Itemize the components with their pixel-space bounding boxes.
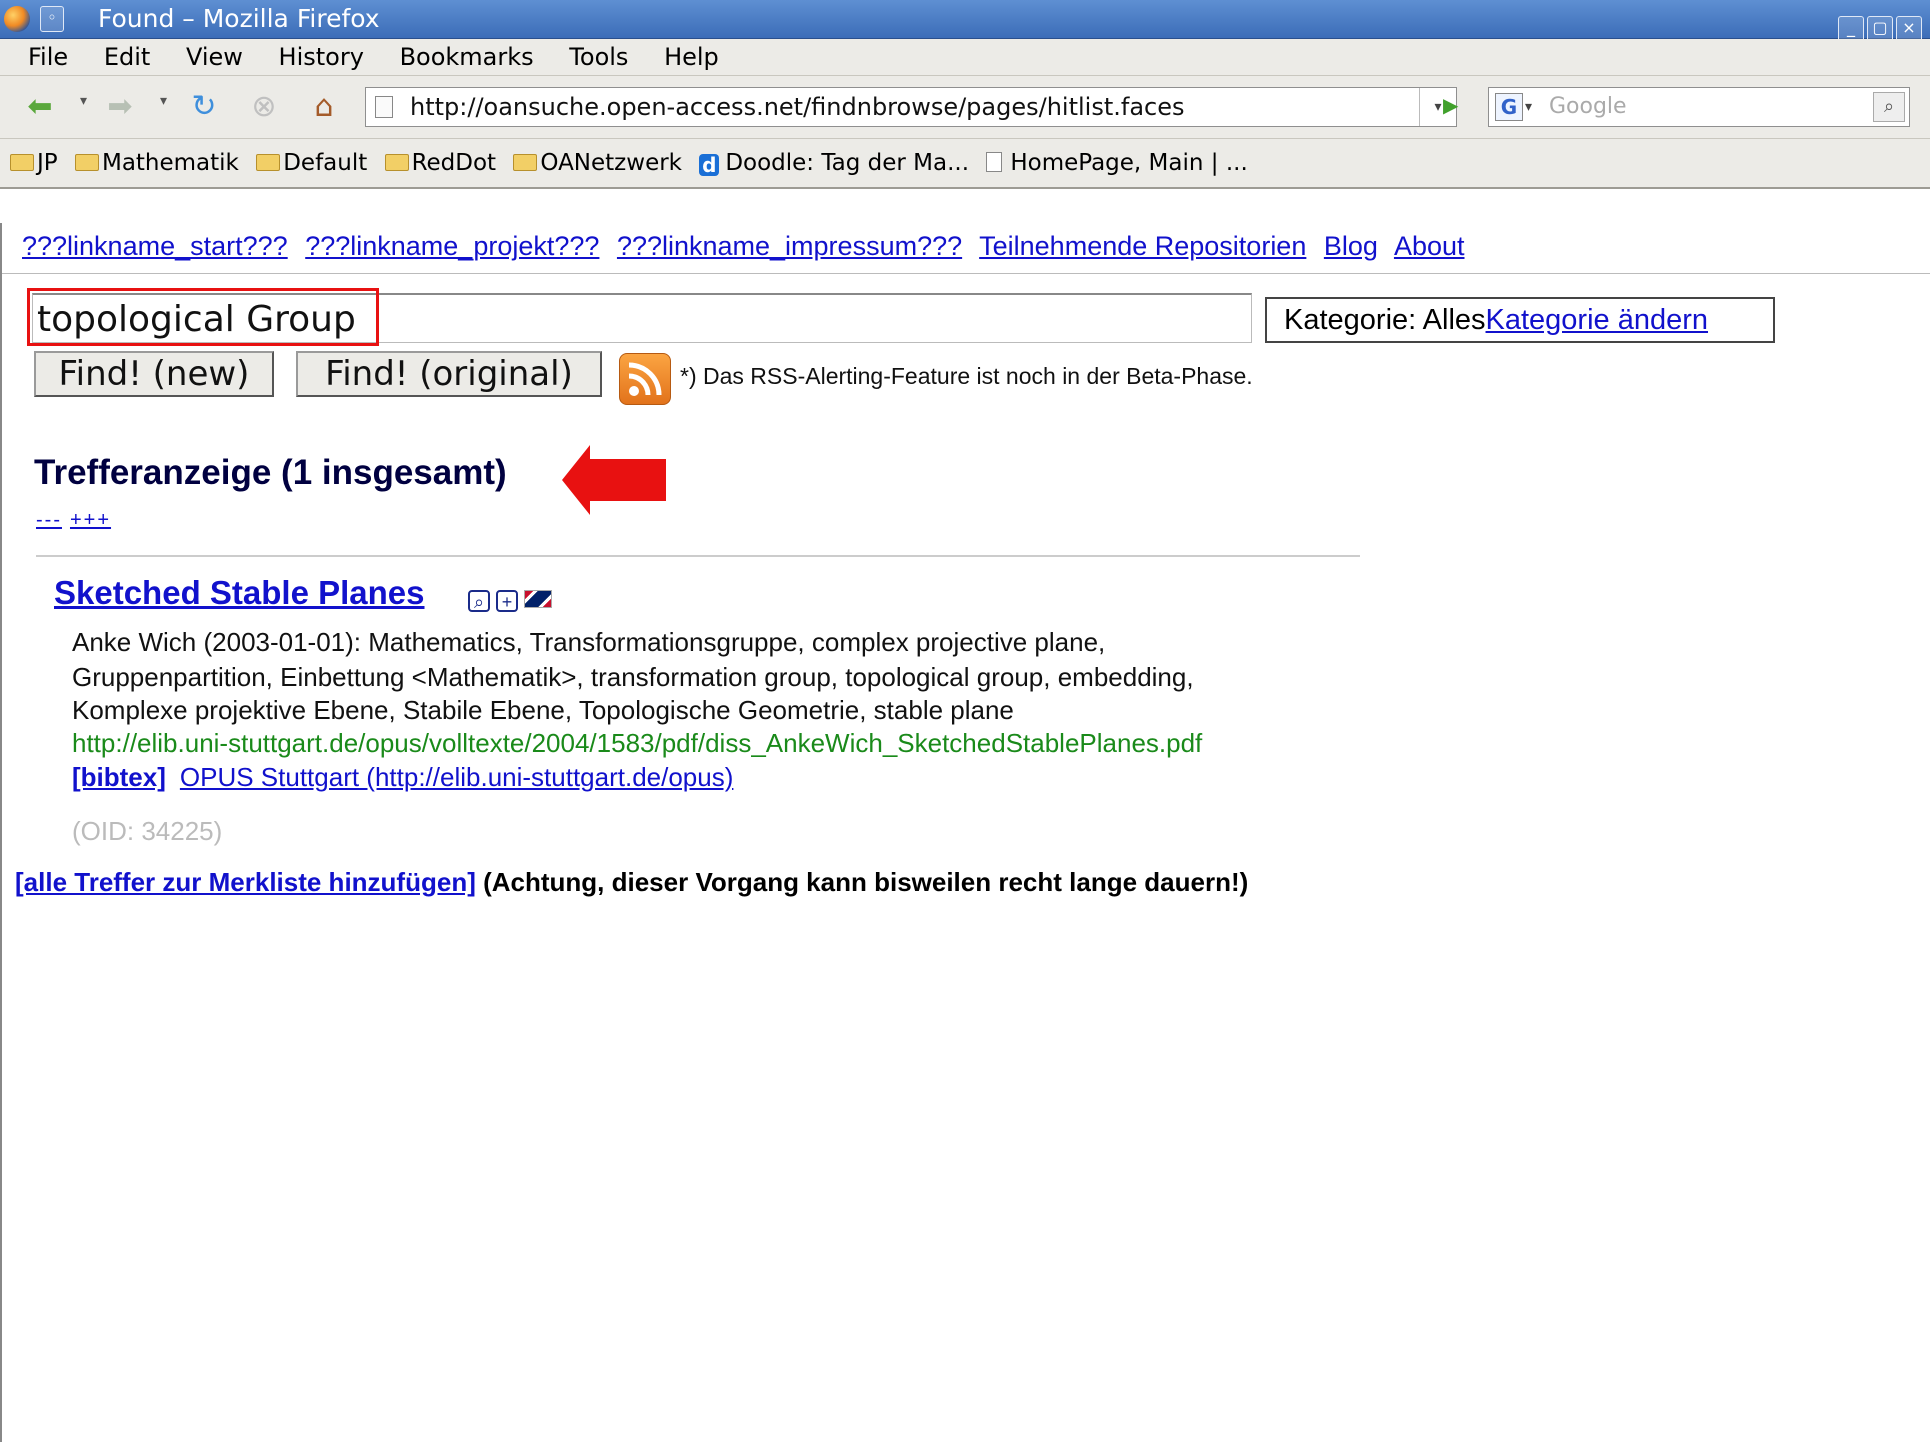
result-meta-line-3: Komplexe projektive Ebene, Stabile Ebene… xyxy=(72,695,1014,725)
page-icon xyxy=(375,96,393,118)
menu-help[interactable]: Help xyxy=(664,43,719,71)
top-navigation: ???linkname_start??? ???linkname_projekt… xyxy=(22,231,1475,262)
result-links: [bibtex] OPUS Stuttgart (http://elib.uni-… xyxy=(72,762,733,793)
window-titlebar: ◦ Found – Mozilla Firefox _ ▢ × xyxy=(0,0,1930,42)
repository-link[interactable]: OPUS Stuttgart (http://elib.uni-stuttgar… xyxy=(180,762,734,792)
forward-dropdown-icon[interactable]: ▾ xyxy=(160,93,167,109)
window-title: Found – Mozilla Firefox xyxy=(98,4,380,33)
navigation-toolbar: ⬅ ▾ ➡ ▾ ↻ ⊗ ⌂ http://oansuche.open-acces… xyxy=(0,76,1930,139)
menu-bookmarks[interactable]: Bookmarks xyxy=(400,43,534,71)
go-icon[interactable]: ▶ xyxy=(1443,93,1458,117)
find-new-button[interactable]: Find! (new) xyxy=(34,351,274,397)
result-url[interactable]: http://elib.uni-stuttgart.de/opus/vollte… xyxy=(72,728,1202,759)
results-divider xyxy=(36,555,1360,557)
find-original-button[interactable]: Find! (original) xyxy=(296,351,602,397)
doodle-icon: d xyxy=(699,154,720,176)
link-projekt[interactable]: ???linkname_projekt??? xyxy=(305,231,599,261)
result-icons: ⌕ + xyxy=(468,590,558,613)
pager: --- +++ xyxy=(36,509,119,532)
english-flag-icon xyxy=(524,590,552,608)
folder-icon xyxy=(256,154,281,171)
url-text[interactable]: http://oansuche.open-access.net/findnbro… xyxy=(410,88,1185,126)
menu-history[interactable]: History xyxy=(279,43,364,71)
rss-icon[interactable] xyxy=(619,353,671,405)
search-icon[interactable]: ⌕ xyxy=(1873,92,1905,122)
category-box: Kategorie: AllesKategorie ändern xyxy=(1265,297,1775,343)
google-icon[interactable]: G xyxy=(1495,93,1523,121)
home-icon[interactable]: ⌂ xyxy=(306,89,342,125)
result-title-link[interactable]: Sketched Stable Planes xyxy=(54,574,425,612)
menu-file[interactable]: File xyxy=(28,43,68,71)
firefox-icon[interactable] xyxy=(4,6,30,32)
pager-minus-link[interactable]: --- xyxy=(36,509,62,531)
menu-tools[interactable]: Tools xyxy=(569,43,628,71)
back-dropdown-icon[interactable]: ▾ xyxy=(80,93,87,109)
link-repositorien[interactable]: Teilnehmende Repositorien xyxy=(979,231,1306,261)
back-icon[interactable]: ⬅ xyxy=(22,89,58,125)
menu-view[interactable]: View xyxy=(186,43,243,71)
add-all-section: [alle Treffer zur Merkliste hinzufügen] … xyxy=(15,865,1355,900)
category-label: Kategorie: Alles xyxy=(1284,304,1486,336)
page-icon xyxy=(986,152,1003,172)
bookmark-homepage[interactable]: HomePage, Main | ... xyxy=(986,139,1248,187)
change-category-link[interactable]: Kategorie ändern xyxy=(1486,304,1709,336)
search-engine-dropdown-icon[interactable]: ▾ xyxy=(1525,88,1532,126)
search-placeholder[interactable]: Google xyxy=(1549,88,1627,126)
folder-icon xyxy=(10,154,34,171)
web-search-box[interactable]: G ▾ Google ⌕ xyxy=(1488,87,1910,127)
folder-icon xyxy=(384,154,409,171)
menu-bar: File Edit View History Bookmarks Tools H… xyxy=(0,39,1930,76)
divider xyxy=(2,273,1930,274)
page-content: ???linkname_start??? ???linkname_projekt… xyxy=(0,223,1930,1442)
bookmark-doodle[interactable]: d Doodle: Tag der Ma... xyxy=(699,139,969,187)
rss-beta-note: *) Das RSS-Alerting-Feature ist noch in … xyxy=(680,363,1253,389)
bookmark-default[interactable]: Default xyxy=(256,139,367,187)
reload-icon[interactable]: ↻ xyxy=(186,89,222,125)
result-meta-line-1: Anke Wich (2003-01-01): Mathematics, Tra… xyxy=(72,627,1106,657)
bookmarks-toolbar: JP Mathematik Default RedDot OANetzwerk … xyxy=(0,139,1930,189)
results-heading: Trefferanzeige (1 insgesamt) xyxy=(34,453,507,492)
bookmark-oanetzwerk[interactable]: OANetzwerk xyxy=(513,139,682,187)
bookmark-mathematik[interactable]: Mathematik xyxy=(74,139,239,187)
result-meta-line-2: Gruppenpartition, Einbettung <Mathematik… xyxy=(72,662,1194,692)
details-icon[interactable]: ⌕ xyxy=(468,590,490,612)
bibtex-link[interactable]: [bibtex] xyxy=(72,762,166,792)
add-all-to-list-link[interactable]: [alle Treffer zur Merkliste hinzufügen] xyxy=(15,867,476,897)
menu-edit[interactable]: Edit xyxy=(104,43,150,71)
folder-icon xyxy=(74,154,99,171)
bookmark-reddot[interactable]: RedDot xyxy=(384,139,496,187)
add-icon[interactable]: + xyxy=(496,590,518,612)
add-all-note: (Achtung, dieser Vorgang kann bisweilen … xyxy=(475,867,1249,897)
window-menu-icon[interactable]: ◦ xyxy=(40,6,64,32)
url-bar[interactable]: http://oansuche.open-access.net/findnbro… xyxy=(365,87,1457,127)
link-impressum[interactable]: ???linkname_impressum??? xyxy=(617,231,962,261)
link-blog[interactable]: Blog xyxy=(1324,231,1378,261)
stop-icon[interactable]: ⊗ xyxy=(246,89,282,125)
link-start[interactable]: ???linkname_start??? xyxy=(22,231,288,261)
link-about[interactable]: About xyxy=(1394,231,1465,261)
folder-icon xyxy=(513,154,538,171)
pager-plus-link[interactable]: +++ xyxy=(70,509,111,531)
forward-icon[interactable]: ➡ xyxy=(102,89,138,125)
result-oid: (OID: 34225) xyxy=(72,816,223,846)
highlight-box xyxy=(27,288,379,346)
bookmark-jp[interactable]: JP xyxy=(10,139,58,187)
